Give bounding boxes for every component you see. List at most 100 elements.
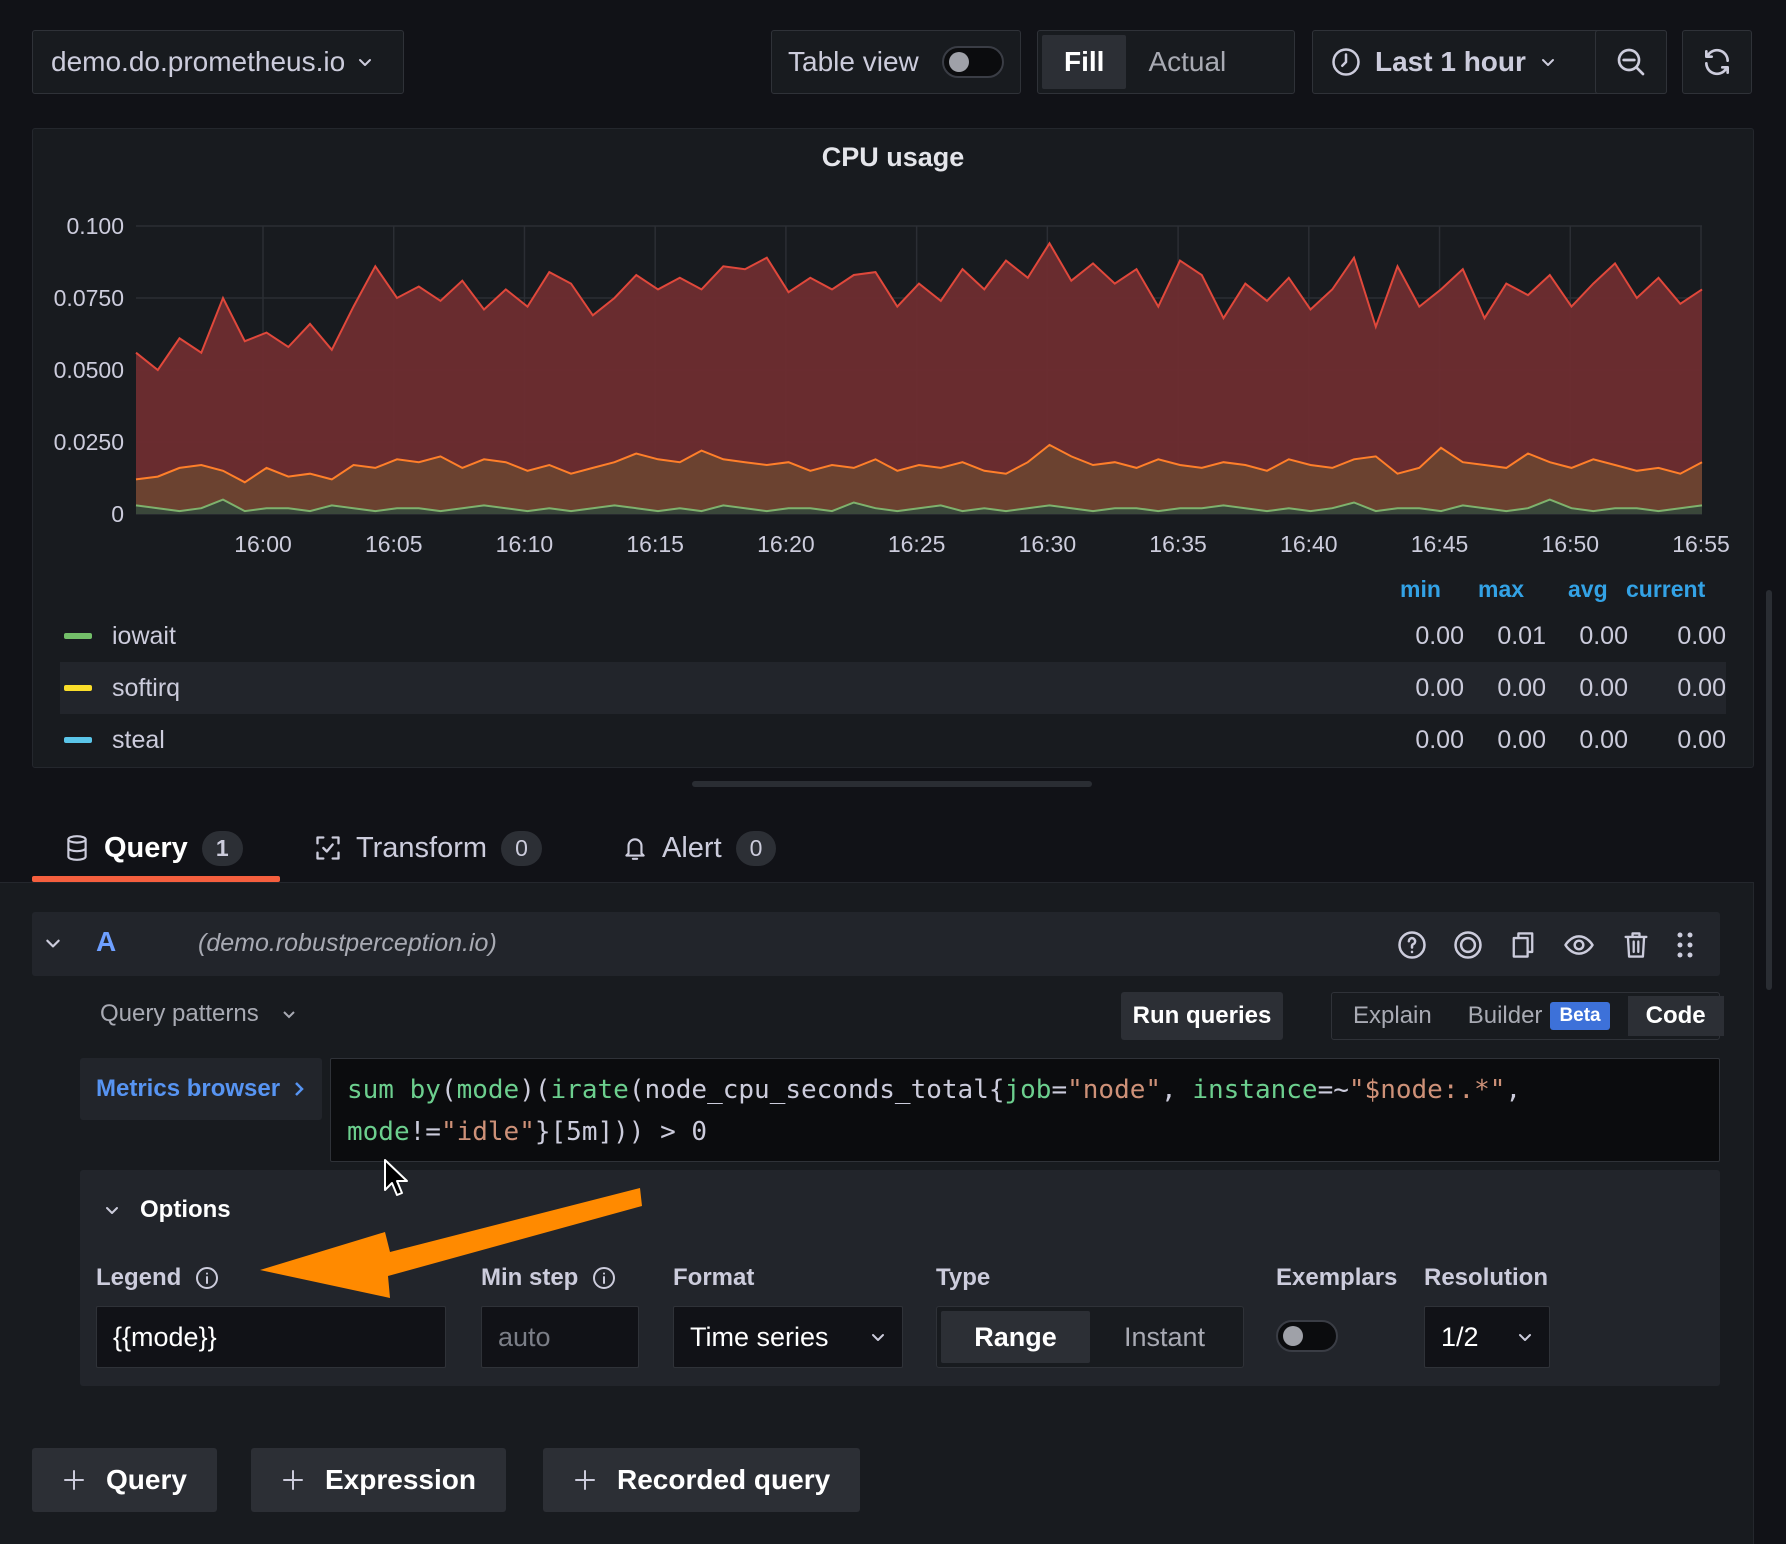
- info-icon[interactable]: [195, 1266, 219, 1290]
- x-tick-label: 16:25: [888, 531, 946, 557]
- y-tick-label: 0: [111, 501, 124, 527]
- legend-avg: 0.00: [1579, 673, 1628, 702]
- y-tick-label: 0.100: [66, 213, 124, 239]
- legend-header-min[interactable]: min: [1400, 576, 1441, 603]
- mouse-cursor-icon: [384, 1159, 408, 1196]
- x-tick-label: 16:15: [626, 531, 684, 557]
- resolution-label: Resolution: [1424, 1264, 1548, 1291]
- cpu-usage-chart[interactable]: 0 0.0250 0.0500 0.0750 0.100 16:00 16:05 16:10…: [0, 190, 1786, 560]
- trash-icon[interactable]: [1619, 928, 1653, 962]
- legend-avg: 0.00: [1579, 725, 1628, 754]
- explain-toggle[interactable]: Explain: [1335, 996, 1450, 1036]
- series-color-swatch: [64, 633, 92, 639]
- fill-option[interactable]: Fill: [1042, 35, 1127, 89]
- legend-min: 0.00: [1415, 725, 1464, 754]
- x-tick-label: 16:10: [496, 531, 554, 557]
- actual-option[interactable]: Actual: [1126, 35, 1248, 89]
- query-inspector-icon[interactable]: [1451, 928, 1485, 962]
- legend-row-steal[interactable]: steal 0.00 0.00 0.00 0.00: [60, 714, 1726, 766]
- database-icon: [64, 834, 90, 862]
- legend-series-name[interactable]: iowait: [112, 622, 1382, 651]
- legend-header-current[interactable]: current: [1626, 576, 1705, 603]
- tabs-divider: [0, 882, 1754, 883]
- collapse-chevron-icon[interactable]: [44, 934, 62, 952]
- drag-handle-icon[interactable]: [1668, 928, 1702, 962]
- type-label: Type: [936, 1264, 991, 1291]
- legend-avg: 0.00: [1579, 621, 1628, 650]
- table-view-toggle[interactable]: Table view: [771, 30, 1021, 94]
- panel-resize-handle[interactable]: [692, 781, 1092, 787]
- legend-label: Legend: [96, 1264, 219, 1292]
- legend-row-softirq[interactable]: softirq 0.00 0.00 0.00 0.00: [60, 662, 1726, 714]
- beta-badge: Beta: [1550, 1002, 1610, 1030]
- plus-icon: [573, 1468, 597, 1492]
- format-label: Format: [673, 1264, 755, 1291]
- chevron-right-icon: [292, 1081, 306, 1097]
- chart-areas: [135, 241, 1703, 515]
- duplicate-icon[interactable]: [1506, 928, 1540, 962]
- chevron-down-icon: [870, 1329, 886, 1345]
- metrics-browser-button[interactable]: Metrics browser: [80, 1058, 322, 1120]
- add-query-label: Query: [106, 1464, 187, 1495]
- chevron-down-icon: [1517, 1329, 1533, 1345]
- exemplars-toggle[interactable]: [1276, 1320, 1338, 1352]
- legend-series-name[interactable]: steal: [112, 726, 1382, 755]
- format-value: Time series: [690, 1321, 829, 1352]
- legend-header-max[interactable]: max: [1478, 576, 1524, 603]
- format-select[interactable]: Time series: [673, 1306, 903, 1368]
- editor-mode-switch[interactable]: Explain Builder Beta Code: [1331, 992, 1724, 1040]
- query-patterns-dropdown[interactable]: Query patterns: [100, 1000, 297, 1028]
- legend-header-avg[interactable]: avg: [1568, 576, 1608, 603]
- fill-actual-switch[interactable]: Fill Actual: [1037, 30, 1295, 94]
- legend-current: 0.00: [1677, 725, 1726, 754]
- tab-count-badge: 1: [201, 830, 243, 866]
- legend-min: 0.00: [1415, 673, 1464, 702]
- resolution-select[interactable]: 1/2: [1424, 1306, 1550, 1368]
- y-tick-label: 0.0750: [54, 285, 124, 311]
- plus-icon: [281, 1468, 305, 1492]
- transform-icon: [314, 834, 342, 862]
- tab-transform[interactable]: Transform 0: [314, 822, 542, 874]
- zoom-out-icon: [1615, 46, 1647, 78]
- page-scrollbar[interactable]: [1766, 590, 1772, 990]
- legend-input[interactable]: {{mode}}: [96, 1306, 446, 1368]
- panel-title: CPU usage: [821, 142, 965, 172]
- builder-mode-option[interactable]: Builder Beta: [1450, 996, 1628, 1036]
- options-toggle[interactable]: Options: [104, 1196, 231, 1224]
- type-instant-option[interactable]: Instant: [1090, 1311, 1239, 1363]
- run-queries-button[interactable]: Run queries: [1121, 992, 1283, 1040]
- options-title: Options: [140, 1196, 231, 1223]
- legend-min: 0.00: [1415, 621, 1464, 650]
- refresh-button[interactable]: [1682, 30, 1752, 94]
- code-mode-option[interactable]: Code: [1627, 996, 1724, 1036]
- query-type-switch[interactable]: Range Instant: [936, 1306, 1244, 1368]
- add-query-button[interactable]: Query: [32, 1448, 217, 1512]
- metrics-browser-label: Metrics browser: [96, 1075, 281, 1102]
- help-icon[interactable]: [1395, 928, 1429, 962]
- resolution-value: 1/2: [1441, 1321, 1479, 1352]
- annotation-arrow: [260, 1188, 642, 1298]
- min-step-input[interactable]: auto: [481, 1306, 639, 1368]
- zoom-out-button[interactable]: [1595, 30, 1667, 94]
- legend-max: 0.00: [1497, 673, 1546, 702]
- add-expression-button[interactable]: Expression: [251, 1448, 506, 1512]
- series-color-swatch: [64, 685, 92, 691]
- legend-max: 0.00: [1497, 725, 1546, 754]
- x-tick-label: 16:35: [1149, 531, 1207, 557]
- toggle-switch[interactable]: [942, 46, 1004, 78]
- clock-icon: [1331, 47, 1361, 77]
- eye-icon[interactable]: [1562, 928, 1596, 962]
- x-tick-label: 16:05: [365, 531, 423, 557]
- legend-series-name[interactable]: softirq: [112, 674, 1382, 703]
- datasource-picker[interactable]: demo.do.prometheus.io: [32, 30, 404, 94]
- tab-alert[interactable]: Alert 0: [622, 822, 777, 874]
- chevron-down-icon: [357, 54, 373, 70]
- tab-query[interactable]: Query 1: [64, 822, 243, 874]
- y-axis-ticks: 0 0.0250 0.0500 0.0750 0.100: [54, 213, 124, 527]
- type-range-option[interactable]: Range: [941, 1311, 1090, 1363]
- x-tick-label: 16:30: [1019, 531, 1077, 557]
- query-ref-id[interactable]: A: [96, 926, 116, 958]
- promql-code-editor[interactable]: sum by(mode)(irate(node_cpu_seconds_tota…: [330, 1058, 1720, 1162]
- add-recorded-query-button[interactable]: Recorded query: [543, 1448, 861, 1512]
- legend-row-iowait[interactable]: iowait 0.00 0.01 0.00 0.00: [60, 610, 1726, 662]
